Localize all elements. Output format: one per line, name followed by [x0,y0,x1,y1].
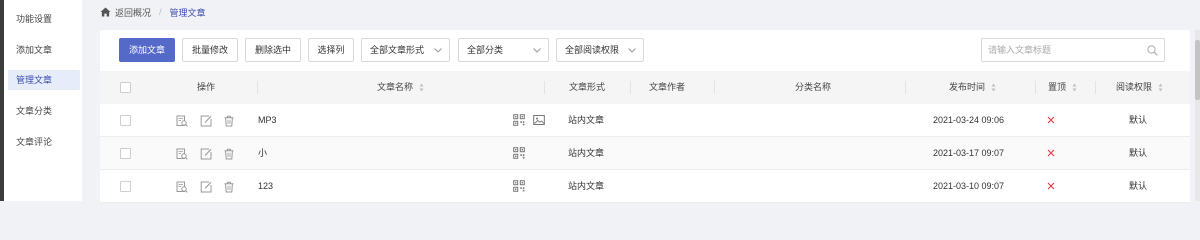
sort-icon[interactable] [419,83,424,92]
article-name[interactable]: 小 [258,137,267,170]
header-divider [905,81,906,94]
header-divider [630,81,631,94]
sidebar-item-categories[interactable]: 文章分类 [8,101,80,121]
read-permission: 默认 [1129,148,1148,158]
qrcode-icon[interactable] [513,114,525,126]
article-form-filter-value: 全部文章形式 [370,45,425,55]
sidebar-item-settings[interactable]: 功能设置 [8,9,80,29]
qrcode-icon[interactable] [513,180,525,192]
table-header: 操作 文章名称 文章形式 文章作者 分类名称 发布时间 置顶 阅读权限 [100,71,1190,104]
select-all-checkbox[interactable] [120,82,131,93]
chevron-down-icon [434,48,442,53]
publish-date: 2021-03-24 09:06 [933,115,1005,125]
header-article-name[interactable]: 文章名称 [377,71,424,104]
article-name[interactable]: MP3 [258,104,277,137]
preview-icon[interactable] [176,181,188,193]
table-row: 小 站内文章 2021-03-17 09:07 默认 [100,137,1190,170]
close-icon[interactable] [1045,147,1057,159]
header-article-author: 文章作者 [649,82,686,92]
article-search [981,38,1165,62]
header-divider [1095,81,1096,94]
sidebar-item-add-article[interactable]: 添加文章 [8,40,80,60]
header-divider [257,81,258,94]
table-row: 123 站内文章 2021-03-10 09:07 默认 [100,170,1190,203]
row-checkbox[interactable] [120,148,131,159]
sort-icon[interactable] [1072,83,1077,92]
sidebar-item-manage-articles[interactable]: 管理文章 [8,70,80,90]
header-category: 分类名称 [795,82,832,92]
sort-icon[interactable] [991,83,996,92]
breadcrumb: 返回概况 / 管理文章 [100,0,1190,24]
publish-date: 2021-03-17 09:07 [933,148,1005,158]
row-checkbox[interactable] [120,181,131,192]
chevron-down-icon [628,48,636,53]
read-permission: 默认 [1129,115,1148,125]
breadcrumb-separator: / [159,7,162,17]
article-form: 站内文章 [568,115,605,125]
article-panel: 添加文章 批量修改 删除选中 选择列 全部文章形式 全部分类 全部阅读权限 操作… [100,30,1190,203]
select-columns-button[interactable]: 选择列 [308,38,354,62]
header-publish-date[interactable]: 发布时间 [949,71,996,104]
header-read-permission[interactable]: 阅读权限 [1116,71,1163,104]
header-article-name-label: 文章名称 [377,82,414,92]
sidebar-item-comments[interactable]: 文章评论 [8,132,80,152]
row-checkbox[interactable] [120,115,131,126]
scrollbar-thumb[interactable] [1195,40,1200,100]
article-form: 站内文章 [568,148,605,158]
trash-icon[interactable] [223,115,235,127]
preview-icon[interactable] [176,115,188,127]
article-name[interactable]: 123 [258,170,273,203]
home-icon [100,7,111,17]
header-divider [544,81,545,94]
preview-icon[interactable] [176,148,188,160]
qrcode-icon[interactable] [513,147,525,159]
close-icon[interactable] [1045,180,1057,192]
search-input[interactable] [982,39,1132,61]
header-divider [1035,81,1036,94]
article-form-filter[interactable]: 全部文章形式 [361,38,450,62]
image-icon[interactable] [533,114,545,126]
header-pinned[interactable]: 置顶 [1048,71,1077,104]
back-to-overview-link[interactable]: 返回概况 [115,6,151,19]
article-form: 站内文章 [568,181,605,191]
edit-icon[interactable] [200,115,212,127]
category-filter-value: 全部分类 [467,45,504,55]
header-publish-date-label: 发布时间 [949,82,986,92]
table-row: MP3 站内文章 2021-03-24 09:06 默认 [100,104,1190,137]
batch-edit-button[interactable]: 批量修改 [182,38,238,62]
search-icon[interactable] [1147,45,1158,56]
sort-icon[interactable] [1158,83,1163,92]
breadcrumb-current: 管理文章 [169,7,206,18]
edit-icon[interactable] [200,148,212,160]
trash-icon[interactable] [223,148,235,160]
category-filter[interactable]: 全部分类 [458,38,549,62]
chevron-down-icon [533,48,541,53]
header-article-form: 文章形式 [569,82,606,92]
read-permission: 默认 [1129,181,1148,191]
read-permission-filter-value: 全部阅读权限 [565,45,620,55]
header-divider [714,81,715,94]
sidebar: 功能设置 添加文章 管理文章 文章分类 文章评论 [4,0,82,201]
trash-icon[interactable] [223,181,235,193]
read-permission-filter[interactable]: 全部阅读权限 [556,38,644,62]
header-read-permission-label: 阅读权限 [1116,82,1153,92]
edit-icon[interactable] [200,181,212,193]
close-icon[interactable] [1045,114,1057,126]
header-actions: 操作 [197,82,216,92]
add-article-button[interactable]: 添加文章 [119,38,175,62]
header-pinned-label: 置顶 [1048,82,1067,92]
delete-selected-button[interactable]: 删除选中 [245,38,301,62]
publish-date: 2021-03-10 09:07 [933,181,1005,191]
